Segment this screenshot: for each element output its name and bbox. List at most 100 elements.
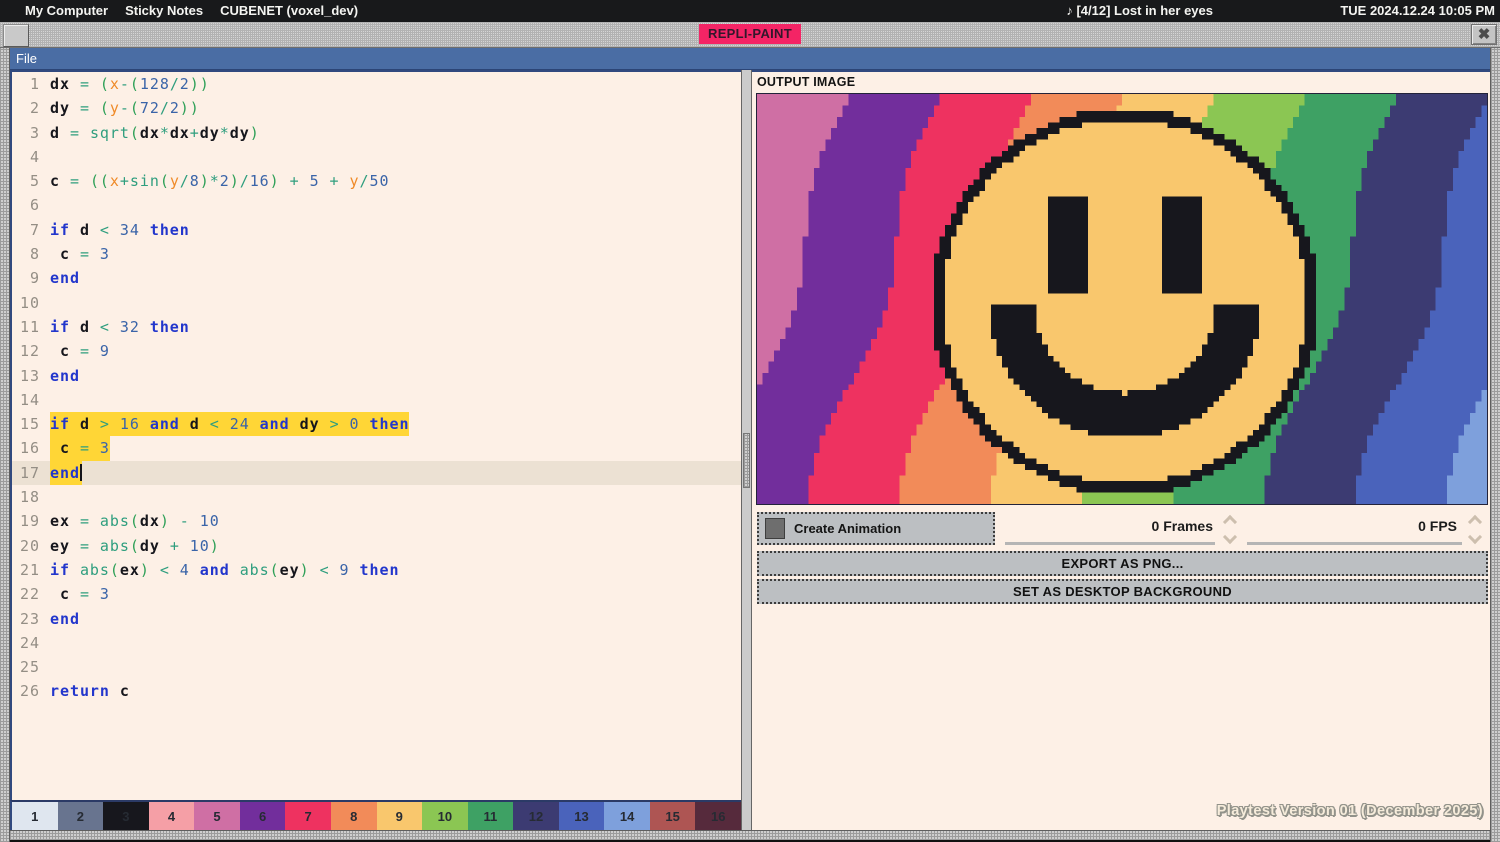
code-text: end bbox=[50, 609, 80, 628]
code-line[interactable]: 10 bbox=[12, 291, 741, 315]
line-number: 8 bbox=[30, 245, 40, 264]
code-line[interactable]: 4 bbox=[12, 145, 741, 169]
code-line[interactable]: 11 if d < 32 then bbox=[12, 315, 741, 339]
create-animation-toggle[interactable]: Create Animation bbox=[757, 512, 995, 545]
fps-stepper[interactable] bbox=[1467, 514, 1483, 545]
line-number: 20 bbox=[20, 536, 40, 555]
palette-swatch-4[interactable]: 4 bbox=[148, 802, 195, 830]
code-editor[interactable]: 1 dx = (x-(128/2)) 2 dy = (y-(72/2)) 3 d = sq… bbox=[10, 70, 741, 800]
repli-paint-window: My Computer Sticky Notes CUBENET (voxel_… bbox=[0, 0, 1500, 842]
palette-swatch-1[interactable]: 1 bbox=[12, 802, 58, 830]
palette-swatch-7[interactable]: 7 bbox=[285, 802, 331, 830]
code-text: ey = abs(dy + 10) bbox=[50, 536, 220, 555]
palette-swatch-10[interactable]: 10 bbox=[422, 802, 468, 830]
code-line[interactable]: 18 bbox=[12, 485, 741, 509]
editor-scrollbar[interactable] bbox=[741, 70, 752, 830]
code-line[interactable]: 9 end bbox=[12, 266, 741, 290]
code-line[interactable]: 6 bbox=[12, 193, 741, 217]
code-line[interactable]: 5 c = ((x+sin(y/8)*2)/16) + 5 + y/50 bbox=[12, 169, 741, 193]
code-line[interactable]: 15 if d > 16 and d < 24 and dy > 0 then bbox=[12, 412, 741, 437]
window-title: REPLI-PAINT bbox=[699, 24, 801, 44]
code-line[interactable]: 13 end bbox=[12, 364, 741, 388]
line-number: 18 bbox=[20, 488, 40, 507]
palette-swatch-6[interactable]: 6 bbox=[239, 802, 286, 830]
code-text: if abs(ex) < 4 and abs(ey) < 9 then bbox=[50, 560, 400, 579]
create-animation-checkbox[interactable] bbox=[765, 518, 785, 539]
taskbar-item-my-computer[interactable]: My Computer bbox=[25, 0, 108, 22]
code-line[interactable]: 20 ey = abs(dy + 10) bbox=[12, 534, 741, 558]
window-menu-button[interactable] bbox=[3, 24, 29, 47]
code-line[interactable]: 2 dy = (y-(72/2)) bbox=[12, 96, 741, 120]
palette-swatch-13[interactable]: 13 bbox=[558, 802, 605, 830]
palette-swatch-5[interactable]: 5 bbox=[194, 802, 240, 830]
code-text: end bbox=[50, 460, 82, 486]
chevron-down-icon[interactable] bbox=[1222, 529, 1238, 545]
close-button[interactable]: ✖ bbox=[1471, 24, 1497, 45]
code-line[interactable]: 22 c = 3 bbox=[12, 582, 741, 606]
create-animation-label: Create Animation bbox=[794, 521, 902, 536]
code-line[interactable]: 14 bbox=[12, 388, 741, 412]
code-line[interactable]: 16 c = 3 bbox=[12, 436, 741, 461]
palette-swatch-9[interactable]: 9 bbox=[376, 802, 423, 830]
window-right-edge[interactable] bbox=[1490, 48, 1500, 842]
palette-swatch-11[interactable]: 11 bbox=[467, 802, 514, 830]
line-number: 12 bbox=[20, 342, 40, 361]
palette-swatch-3[interactable]: 3 bbox=[103, 802, 149, 830]
taskbar-item-sticky-notes[interactable]: Sticky Notes bbox=[125, 0, 203, 22]
taskbar-item-cubenet[interactable]: CUBENET (voxel_dev) bbox=[220, 0, 358, 22]
window-left-edge[interactable] bbox=[0, 48, 10, 842]
line-number: 24 bbox=[20, 633, 40, 652]
code-text: dx = (x-(128/2)) bbox=[50, 75, 210, 93]
palette-swatch-2[interactable]: 2 bbox=[57, 802, 104, 830]
fps-value: 0 FPS bbox=[1418, 518, 1457, 534]
line-number: 16 bbox=[20, 439, 40, 458]
line-number: 13 bbox=[20, 366, 40, 385]
scrollbar-thumb[interactable] bbox=[743, 433, 750, 488]
line-number: 3 bbox=[30, 123, 40, 142]
set-desktop-background-button[interactable]: SET AS DESKTOP BACKGROUND bbox=[757, 579, 1488, 604]
code-line[interactable]: 25 bbox=[12, 655, 741, 679]
code-line[interactable]: 23 end bbox=[12, 607, 741, 631]
palette-swatch-14[interactable]: 14 bbox=[604, 802, 650, 830]
line-number: 15 bbox=[20, 415, 40, 434]
code-text: c = ((x+sin(y/8)*2)/16) + 5 + y/50 bbox=[50, 172, 390, 191]
code-text: dy = (y-(72/2)) bbox=[50, 99, 200, 118]
code-line[interactable]: 8 c = 3 bbox=[12, 242, 741, 266]
export-png-button[interactable]: EXPORT AS PNG... bbox=[757, 551, 1488, 576]
palette-swatch-8[interactable]: 8 bbox=[330, 802, 377, 830]
fps-slider[interactable] bbox=[1247, 542, 1462, 545]
code-line[interactable]: 24 bbox=[12, 631, 741, 655]
chevron-up-icon[interactable] bbox=[1467, 514, 1483, 530]
code-line[interactable]: 21 if abs(ex) < 4 and abs(ey) < 9 then bbox=[12, 558, 741, 582]
window-titlebar[interactable]: REPLI-PAINT ✖ bbox=[0, 22, 1500, 48]
code-line[interactable]: 3 d = sqrt(dx*dx+dy*dy) bbox=[12, 121, 741, 145]
line-number: 22 bbox=[20, 585, 40, 604]
menubar: File bbox=[0, 48, 1500, 70]
code-text: if d > 16 and d < 24 and dy > 0 then bbox=[50, 412, 410, 437]
code-line[interactable]: 19 ex = abs(dx) - 10 bbox=[12, 509, 741, 533]
palette-swatch-15[interactable]: 15 bbox=[649, 802, 696, 830]
color-palette: 1 2 3 4 5 6 7 8 9 10 11 12 13 14 15 16 bbox=[10, 800, 741, 830]
code-line[interactable]: 17 end bbox=[12, 460, 741, 486]
line-number: 11 bbox=[20, 317, 40, 336]
code-line[interactable]: 7 if d < 34 then bbox=[12, 218, 741, 242]
now-playing-status: ♪ [4/12] Lost in her eyes bbox=[1066, 3, 1213, 18]
code-line[interactable]: 12 c = 9 bbox=[12, 339, 741, 363]
output-image-canvas bbox=[756, 93, 1488, 505]
code-line[interactable]: 1 dx = (x-(128/2)) bbox=[12, 72, 741, 96]
line-number: 19 bbox=[20, 512, 40, 531]
line-number: 21 bbox=[20, 560, 40, 579]
version-label: Playtest Version 01 (December 2025) bbox=[1216, 803, 1483, 819]
code-text: end bbox=[50, 366, 80, 385]
chevron-up-icon[interactable] bbox=[1222, 514, 1238, 530]
code-line[interactable]: 26 return c bbox=[12, 679, 741, 703]
palette-swatch-16[interactable]: 16 bbox=[695, 802, 741, 830]
output-image-label: OUTPUT IMAGE bbox=[757, 75, 856, 89]
line-number: 4 bbox=[30, 147, 40, 166]
window-bottom-edge[interactable] bbox=[10, 830, 1490, 842]
frames-slider[interactable] bbox=[1005, 542, 1215, 545]
frames-stepper[interactable] bbox=[1222, 514, 1238, 545]
palette-swatch-12[interactable]: 12 bbox=[513, 802, 559, 830]
line-number: 1 bbox=[30, 75, 40, 93]
chevron-down-icon[interactable] bbox=[1467, 529, 1483, 545]
